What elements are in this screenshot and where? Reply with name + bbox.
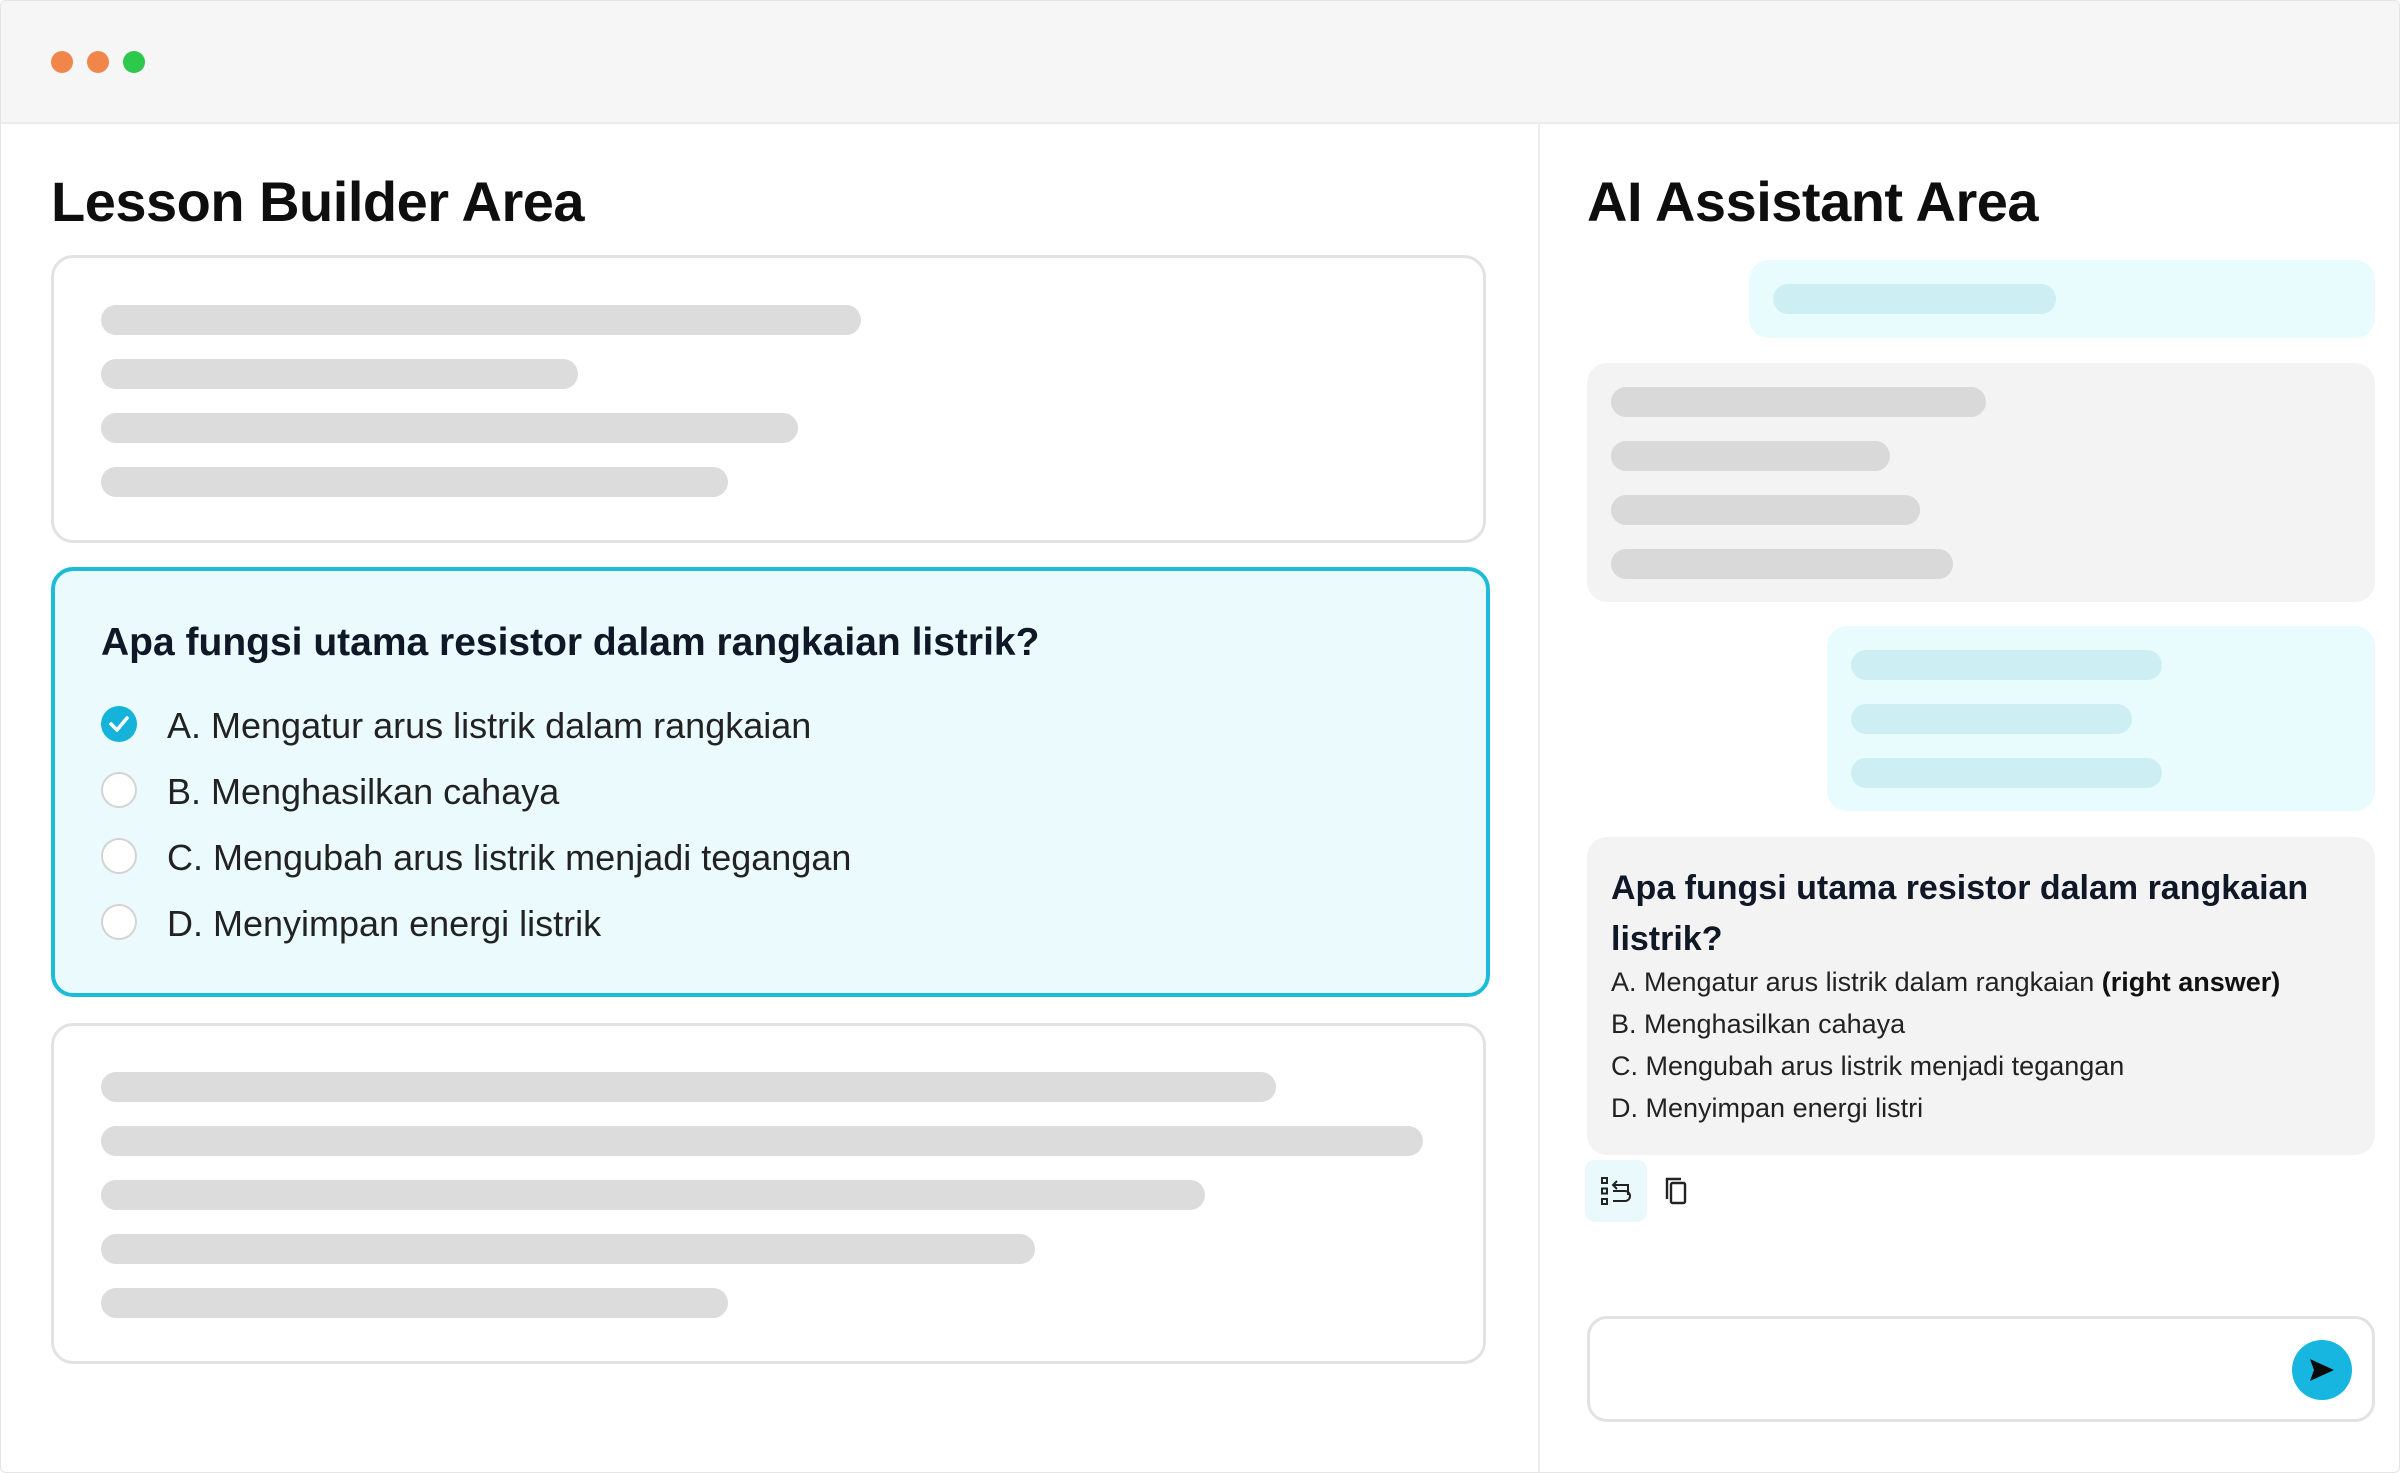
text-line-placeholder xyxy=(1611,495,1920,525)
ai-assistant-title: AI Assistant Area xyxy=(1587,170,2039,233)
insert-into-lesson-icon xyxy=(1601,1177,1631,1205)
quiz-block[interactable]: Apa fungsi utama resistor dalam rangkaia… xyxy=(51,567,1490,997)
close-window-button[interactable] xyxy=(51,51,73,73)
user-message-placeholder xyxy=(1827,626,2375,811)
radio-checked-icon[interactable] xyxy=(101,706,137,742)
text-line-placeholder xyxy=(101,413,798,443)
radio-unchecked-icon[interactable] xyxy=(101,772,137,808)
answer-question: Apa fungsi utama resistor dalam rangkaia… xyxy=(1611,869,2309,958)
radio-unchecked-icon[interactable] xyxy=(101,904,137,940)
quiz-question: Apa fungsi utama resistor dalam rangkaia… xyxy=(101,621,1040,664)
answer-option-d: D. Menyimpan energi listri xyxy=(1611,1093,1924,1123)
app-window: Lesson Builder Area Apa fungsi utama res… xyxy=(0,0,2400,1473)
quiz-option-label: C. Mengubah arus listrik menjadi teganga… xyxy=(167,837,852,878)
lesson-builder-title: Lesson Builder Area xyxy=(51,170,585,233)
text-line-placeholder xyxy=(101,1288,728,1318)
send-button[interactable] xyxy=(2292,1340,2352,1400)
panel-divider xyxy=(1538,122,1540,1472)
lesson-block-placeholder[interactable] xyxy=(51,255,1486,543)
quiz-option-label: A. Mengatur arus listrik dalam rangkaian xyxy=(167,705,812,746)
copy-icon xyxy=(1665,1177,1687,1205)
user-message-placeholder xyxy=(1749,260,2375,338)
copy-button[interactable] xyxy=(1645,1160,1707,1222)
quiz-option-label: B. Menghasilkan cahaya xyxy=(167,771,560,812)
chat-input-field[interactable] xyxy=(1610,1339,2264,1401)
text-line-placeholder xyxy=(1611,441,1890,471)
text-line-placeholder xyxy=(1611,387,1986,417)
send-icon xyxy=(2310,1359,2334,1381)
answer-option-b: B. Menghasilkan cahaya xyxy=(1611,1009,1906,1039)
answer-option-c: C. Mengubah arus listrik menjadi teganga… xyxy=(1611,1051,2125,1081)
text-line-placeholder xyxy=(101,305,861,335)
text-line-placeholder xyxy=(101,359,578,389)
text-line-placeholder xyxy=(101,467,728,497)
quiz-option-label: D. Menyimpan energi listrik xyxy=(167,903,602,944)
text-line-placeholder xyxy=(101,1234,1035,1264)
text-line-placeholder xyxy=(1773,284,2056,314)
minimize-window-button[interactable] xyxy=(87,51,109,73)
assistant-answer-message: Apa fungsi utama resistor dalam rangkaia… xyxy=(1587,837,2375,1155)
answer-option-a: A. Mengatur arus listrik dalam rangkaian… xyxy=(1611,967,2280,998)
lesson-block-placeholder[interactable] xyxy=(51,1023,1486,1364)
text-line-placeholder xyxy=(1851,704,2132,734)
answer-option-text: A. Mengatur arus listrik dalam rangkaian xyxy=(1611,967,2095,997)
chat-input-box[interactable] xyxy=(1587,1316,2375,1422)
text-line-placeholder xyxy=(1851,650,2162,680)
radio-unchecked-icon[interactable] xyxy=(101,838,137,874)
title-bar xyxy=(1,1,2399,124)
insert-to-lesson-button[interactable] xyxy=(1585,1160,1647,1222)
text-line-placeholder xyxy=(101,1072,1276,1102)
text-line-placeholder xyxy=(101,1180,1205,1210)
maximize-window-button[interactable] xyxy=(123,51,145,73)
text-line-placeholder xyxy=(1611,549,1953,579)
right-answer-note: (right answer) xyxy=(2101,967,2281,997)
text-line-placeholder xyxy=(1851,758,2162,788)
assistant-message-placeholder xyxy=(1587,363,2375,602)
text-line-placeholder xyxy=(101,1126,1423,1156)
